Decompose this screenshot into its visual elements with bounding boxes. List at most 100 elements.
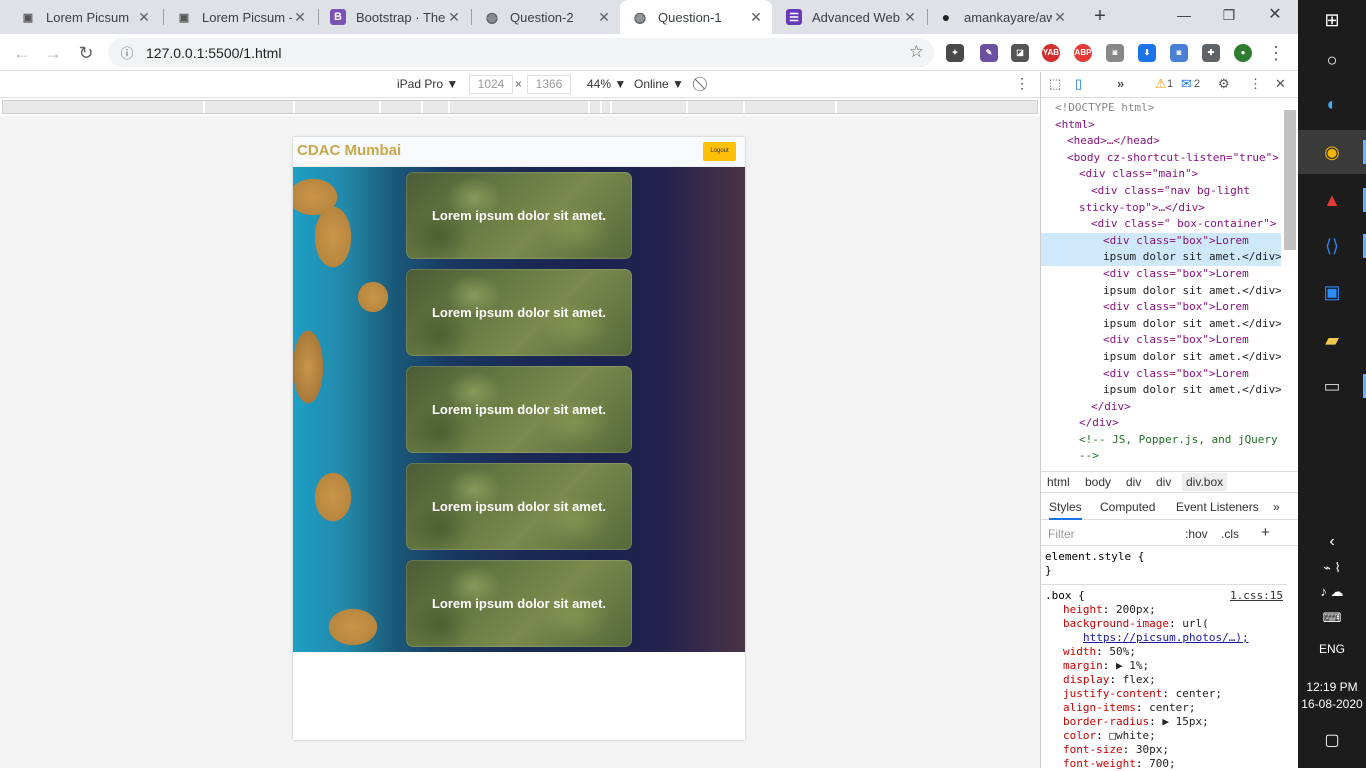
close-icon[interactable]: ✕ xyxy=(596,9,612,26)
puzzle-icon[interactable]: ✚ xyxy=(1202,44,1220,62)
dom-box-text[interactable]: ipsum dolor sit amet.</div> xyxy=(1041,283,1281,300)
minimize-icon[interactable]: ― xyxy=(1161,0,1207,30)
device-width-input[interactable]: 1024 xyxy=(469,75,513,94)
adblock-icon[interactable]: ABP xyxy=(1074,44,1092,62)
declaration[interactable]: background-image: url( xyxy=(1041,617,1287,631)
url-text[interactable]: 127.0.0.1:5500/1.html xyxy=(146,45,281,61)
device-select[interactable]: iPad Pro ▼ xyxy=(397,77,458,91)
add-rule-icon[interactable]: + xyxy=(1261,524,1270,541)
download-icon[interactable]: ⬇ xyxy=(1138,44,1156,62)
chevron-left-icon[interactable]: ‹ xyxy=(1316,526,1348,558)
reload-icon[interactable]: ↻ xyxy=(73,40,99,66)
logout-button[interactable]: Logout xyxy=(703,142,736,161)
tab-lorem-picsum-2[interactable]: ▣ Lorem Picsum - I ✕ xyxy=(164,0,316,34)
dom-body[interactable]: <body cz-shortcut-listen="true"> xyxy=(1041,150,1281,167)
crumb-div[interactable]: div xyxy=(1126,475,1141,489)
crumb-html[interactable]: html xyxy=(1047,475,1070,489)
back-icon[interactable]: ← xyxy=(9,40,35,66)
windows-start-icon[interactable]: ⊞ xyxy=(1316,4,1348,36)
extension-cup-icon[interactable]: ◪ xyxy=(1011,44,1029,62)
extension-yab-icon[interactable]: YAB xyxy=(1042,44,1060,62)
filter-input[interactable]: Filter xyxy=(1048,527,1075,541)
dom-box[interactable]: <div class="box">Lorem xyxy=(1041,366,1281,383)
declaration[interactable]: justify-content: center; xyxy=(1041,687,1287,701)
declaration[interactable]: font-size: 30px; xyxy=(1041,743,1287,757)
extension-bird-icon[interactable]: ✦ xyxy=(946,44,964,62)
vscode-icon[interactable]: ⟨⟩ xyxy=(1316,230,1348,262)
camera-icon[interactable]: ◙ xyxy=(1106,44,1124,62)
avatar[interactable]: ● xyxy=(1234,44,1252,62)
clock-date[interactable]: 16-08-2020 xyxy=(1298,697,1366,711)
warning-icon[interactable]: ⚠ xyxy=(1155,76,1167,92)
rule-selector[interactable]: .box { xyxy=(1045,589,1085,602)
clock-time[interactable]: 12:19 PM xyxy=(1298,680,1366,694)
tab-question-2[interactable]: ◍ Question-2 ✕ xyxy=(472,0,620,34)
declaration[interactable]: border-radius: ▶ 15px; xyxy=(1041,715,1287,729)
element-style-selector[interactable]: element.style { xyxy=(1041,550,1287,564)
menu-dots-icon[interactable]: ⋮ xyxy=(1263,40,1289,66)
media-query-ruler[interactable] xyxy=(2,100,1038,114)
dom-box[interactable]: <div class="box">Lorem xyxy=(1041,266,1281,283)
terminal-icon[interactable]: ▭ xyxy=(1316,370,1348,402)
devtools-close-icon[interactable]: ✕ xyxy=(1275,76,1286,92)
devtools-menu-icon[interactable]: ⋮ xyxy=(1249,76,1262,92)
tab-github[interactable]: ● amankayare/awp ✕ xyxy=(926,0,1076,34)
dom-box-text[interactable]: ipsum dolor sit amet.</div> xyxy=(1041,316,1281,333)
dom-box-container[interactable]: <div class=" box-container"> xyxy=(1041,216,1281,233)
declaration[interactable]: margin: ▶ 1%; xyxy=(1041,659,1287,673)
address-bar[interactable]: ⓘ 127.0.0.1:5500/1.html ☆ xyxy=(108,38,934,67)
close-icon[interactable]: ✕ xyxy=(292,9,308,26)
close-icon[interactable]: ✕ xyxy=(1052,9,1068,26)
zoom-icon[interactable]: ▣ xyxy=(1316,276,1348,308)
device-toggle-icon[interactable]: ▯ xyxy=(1075,76,1082,92)
tab-computed[interactable]: Computed xyxy=(1100,500,1155,514)
screenshot-icon[interactable]: ◙ xyxy=(1170,44,1188,62)
dom-html[interactable]: <html> xyxy=(1041,117,1281,134)
tab-question-1[interactable]: ◍ Question-1 ✕ xyxy=(620,0,772,34)
more-tabs-icon[interactable]: » xyxy=(1117,76,1124,91)
close-icon[interactable]: ✕ xyxy=(136,9,152,26)
declaration[interactable]: height: 200px; xyxy=(1041,603,1287,617)
network-select[interactable]: Online ▼ xyxy=(634,77,684,91)
new-tab-button[interactable]: + xyxy=(1087,4,1113,30)
cortana-icon[interactable]: ○ xyxy=(1316,44,1348,76)
chrome-icon[interactable]: ◉ xyxy=(1316,136,1348,168)
acrobat-icon[interactable]: ▲ xyxy=(1316,184,1348,216)
zoom-select[interactable]: 44% ▼ xyxy=(587,77,626,91)
declaration[interactable]: display: flex; xyxy=(1041,673,1287,687)
cls-toggle[interactable]: .cls xyxy=(1221,527,1239,541)
more-tabs-icon[interactable]: » xyxy=(1273,500,1280,514)
bookmark-star-icon[interactable]: ☆ xyxy=(909,42,924,62)
inspect-icon[interactable]: ⬚ xyxy=(1049,76,1061,92)
device-height-input[interactable]: 1366 xyxy=(527,75,571,94)
tab-event-listeners[interactable]: Event Listeners xyxy=(1176,500,1259,514)
close-icon[interactable]: ✕ xyxy=(446,9,462,26)
dom-head[interactable]: <head>…</head> xyxy=(1041,133,1281,150)
dom-nav-continued[interactable]: sticky-top">…</div> xyxy=(1041,200,1281,217)
crumb-div-box[interactable]: div.box xyxy=(1182,473,1228,491)
language-indicator[interactable]: ENG xyxy=(1298,642,1366,656)
dom-box-text[interactable]: ipsum dolor sit amet.</div> xyxy=(1041,382,1281,399)
dom-comment-end[interactable]: --> xyxy=(1041,448,1281,465)
declaration-url[interactable]: https://picsum.photos/…); xyxy=(1041,631,1287,645)
dom-nav[interactable]: <div class="nav bg-light xyxy=(1041,183,1281,200)
close-icon[interactable]: ✕ xyxy=(748,9,764,26)
brand-title[interactable]: CDAC Mumbai xyxy=(297,142,401,159)
tray-network-icons[interactable]: ⌁ ⌇ xyxy=(1298,560,1366,576)
declaration[interactable]: width: 50%; xyxy=(1041,645,1287,659)
close-window-icon[interactable]: ✕ xyxy=(1252,0,1298,30)
declaration[interactable]: align-items: center; xyxy=(1041,701,1287,715)
declaration[interactable]: font-weight: 700; xyxy=(1041,757,1287,771)
restore-icon[interactable]: ❐ xyxy=(1206,0,1252,30)
declaration[interactable]: color: □white; xyxy=(1041,729,1287,743)
crumb-body[interactable]: body xyxy=(1085,475,1111,489)
dom-box-text[interactable]: ipsum dolor sit amet.</div> xyxy=(1041,349,1281,366)
tab-bootstrap[interactable]: B Bootstrap · The r ✕ xyxy=(318,0,470,34)
edge-icon[interactable]: ◐ xyxy=(1316,88,1348,120)
dom-box-selected[interactable]: <div class="box">Lorem xyxy=(1041,232,1281,250)
settings-icon[interactable]: ⚙ xyxy=(1218,76,1230,92)
dom-box-selected-text[interactable]: ipsum dolor sit amet.</div> xyxy=(1041,249,1281,266)
dom-main[interactable]: <div class="main"> xyxy=(1041,166,1281,183)
close-icon[interactable]: ✕ xyxy=(902,9,918,26)
dom-box[interactable]: <div class="box">Lorem xyxy=(1041,332,1281,349)
